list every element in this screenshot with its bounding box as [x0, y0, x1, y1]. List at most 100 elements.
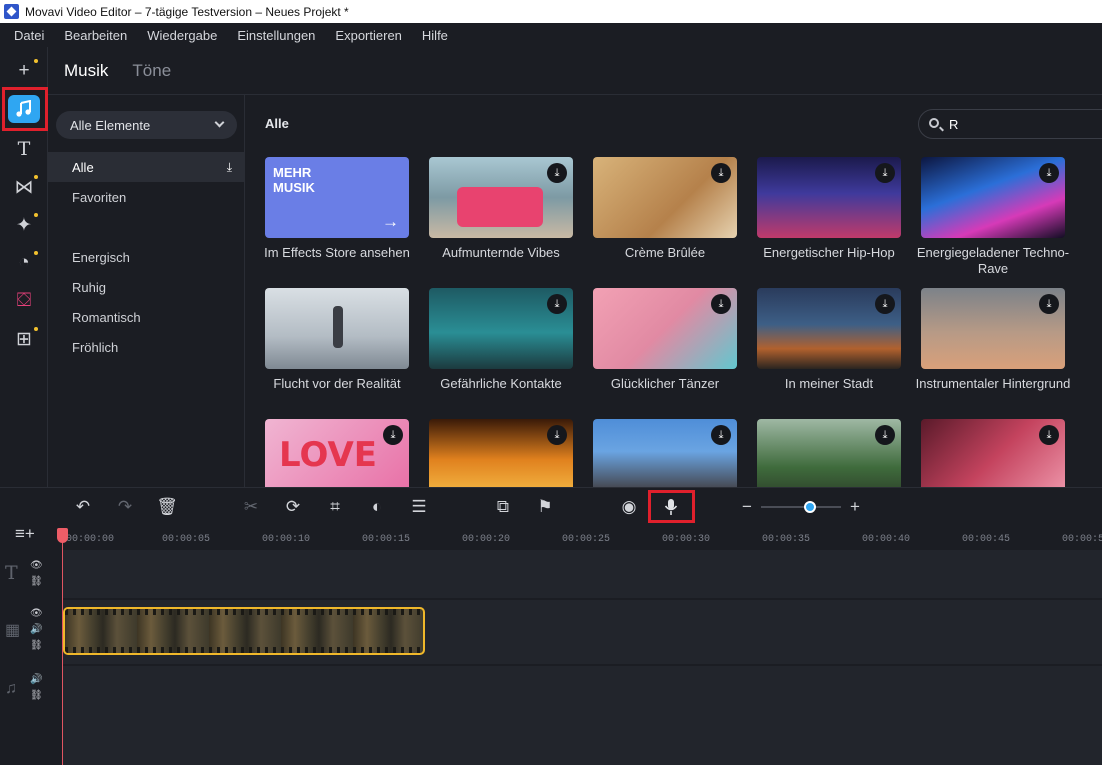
time-ruler[interactable]: 00:00:00 00:00:05 00:00:10 00:00:15 00:0… [62, 524, 1102, 550]
chevron-down-icon [214, 117, 225, 128]
download-icon[interactable]: ⤓ [711, 163, 731, 183]
download-icon[interactable]: ⤓ [875, 294, 895, 314]
ruler-label: 00:00:25 [562, 534, 611, 545]
unlink-icon[interactable]: ⛓ [30, 690, 43, 701]
ruler-label: 00:00:30 [662, 534, 711, 545]
arrow-right-icon: → [382, 212, 399, 231]
undo-icon[interactable]: ↶ [69, 496, 97, 518]
ruler-label: 00:00:15 [362, 534, 411, 545]
rotate-icon[interactable]: ⟳ [279, 496, 307, 518]
download-icon[interactable]: ⤓ [227, 160, 232, 175]
menu-hilfe[interactable]: Hilfe [412, 28, 458, 43]
ruler-label: 00:00:50 [1062, 534, 1102, 545]
download-icon[interactable]: ⤓ [1039, 425, 1059, 445]
effects-store-thumbnail[interactable]: MEHR MUSIK → [265, 157, 409, 238]
window-title: Movavi Video Editor – 7-tägige Testversi… [25, 4, 349, 19]
menu-wiedergabe[interactable]: Wiedergabe [137, 28, 227, 43]
delete-icon[interactable]: 🗑 [153, 496, 181, 518]
ruler-label: 00:00:35 [762, 534, 811, 545]
marker-flag-icon[interactable]: ⚑ [531, 496, 559, 518]
volume-icon[interactable]: 🔊 [30, 674, 42, 685]
audio-track[interactable] [62, 666, 1102, 765]
card-title: Crème Brûlée [624, 245, 706, 260]
unlink-icon[interactable]: ⛓ [30, 576, 43, 587]
card-title: Gefährliche Kontakte [440, 376, 562, 391]
category-energisch[interactable]: Energisch [48, 242, 244, 272]
ruler-label: 00:00:05 [162, 534, 211, 545]
playhead-handle[interactable] [57, 528, 68, 543]
titles-icon[interactable]: T [8, 135, 40, 163]
download-icon[interactable]: ⤓ [875, 425, 895, 445]
library-tabs: Musik Töne [48, 47, 1102, 95]
music-library: Alle R ✕ MEHR MUSIK → Im Effects Store a… [245, 95, 1102, 487]
card-thumbnail[interactable] [265, 288, 409, 369]
section-heading: Alle [265, 116, 289, 131]
element-filter-dropdown[interactable]: Alle Elemente [56, 111, 237, 139]
card-title: Im Effects Store ansehen [264, 245, 410, 260]
film-perforation-top [65, 609, 423, 615]
ruler-label: 00:00:45 [962, 534, 1011, 545]
download-icon[interactable]: ⤓ [547, 425, 567, 445]
microphone-highlight-box [648, 490, 695, 523]
menu-bar: Datei Bearbeiten Wiedergabe Einstellunge… [0, 23, 1102, 47]
category-froehlich[interactable]: Fröhlich [48, 332, 244, 362]
card-title: Energetischer Hip-Hop [763, 245, 895, 260]
category-panel: Alle Elemente Alle ⤓ Favoriten Energisch… [48, 95, 245, 487]
unlink-icon[interactable]: ⛓ [30, 640, 43, 651]
zoom-out-icon[interactable]: − [733, 496, 761, 518]
cut-icon[interactable]: ✂ [237, 496, 265, 518]
audio-track-icon: ♫ [5, 680, 17, 697]
add-media-icon[interactable]: + [8, 57, 40, 85]
category-alle[interactable]: Alle ⤓ [48, 152, 244, 182]
download-icon[interactable]: ⤓ [1039, 294, 1059, 314]
card-title: Flucht vor der Realität [273, 376, 401, 391]
dropdown-value: Alle Elemente [70, 117, 151, 133]
visibility-eye-icon[interactable]: 👁 [30, 560, 43, 571]
download-icon[interactable]: ⤓ [875, 163, 895, 183]
tab-toene[interactable]: Töne [132, 61, 171, 81]
download-icon[interactable]: ⤓ [383, 425, 403, 445]
zoom-in-icon[interactable]: + [841, 496, 869, 518]
transitions-icon[interactable]: ⋈ [8, 173, 40, 201]
ruler-label: 00:00:20 [462, 534, 511, 545]
store-icon[interactable]: ⛋ [8, 287, 40, 315]
download-icon[interactable]: ⤓ [547, 163, 567, 183]
music-highlight-box [2, 87, 48, 131]
zoom-slider[interactable] [761, 506, 841, 508]
tab-musik[interactable]: Musik [64, 61, 108, 81]
crop-icon[interactable]: ⌗ [321, 496, 349, 518]
category-ruhig[interactable]: Ruhig [48, 272, 244, 302]
ruler-label: 00:00:00 [66, 534, 115, 545]
menu-einstellungen[interactable]: Einstellungen [227, 28, 325, 43]
menu-bearbeiten[interactable]: Bearbeiten [54, 28, 137, 43]
zoom-slider-handle[interactable] [804, 501, 816, 513]
filters-icon[interactable]: ◔ [8, 249, 40, 277]
video-clip[interactable] [63, 607, 425, 655]
category-label: Romantisch [72, 309, 141, 325]
clip-properties-icon[interactable]: ☰ [405, 496, 433, 518]
redo-icon[interactable]: ↷ [111, 496, 139, 518]
card-title: In meiner Stadt [784, 376, 874, 391]
webcam-record-icon[interactable]: ◉ [615, 496, 643, 518]
category-label: Fröhlich [72, 339, 119, 355]
category-romantisch[interactable]: Romantisch [48, 302, 244, 332]
download-icon[interactable]: ⤓ [1039, 163, 1059, 183]
app-logo-icon [4, 4, 19, 19]
menu-exportieren[interactable]: Exportieren [325, 28, 411, 43]
search-input[interactable]: R ✕ [918, 109, 1102, 139]
export-clip-icon[interactable]: ⧉ [489, 496, 517, 518]
download-icon[interactable]: ⤓ [547, 294, 567, 314]
video-track-controls: ▦ 👁 🔊 ⛓ [0, 600, 56, 664]
volume-icon[interactable]: 🔊 [30, 624, 42, 635]
more-tools-icon[interactable]: ⊞ [8, 325, 40, 353]
add-track-icon[interactable]: ≡+ [15, 524, 35, 544]
download-icon[interactable]: ⤓ [711, 294, 731, 314]
visibility-eye-icon[interactable]: 👁 [30, 608, 43, 619]
download-icon[interactable]: ⤓ [711, 425, 731, 445]
title-track[interactable] [62, 550, 1102, 598]
effects-icon[interactable]: ✦ [8, 211, 40, 239]
color-adjust-icon[interactable]: ◐ [363, 496, 391, 518]
menu-datei[interactable]: Datei [4, 28, 54, 43]
title-bar: Movavi Video Editor – 7-tägige Testversi… [0, 0, 1102, 23]
category-favoriten[interactable]: Favoriten [48, 182, 244, 212]
